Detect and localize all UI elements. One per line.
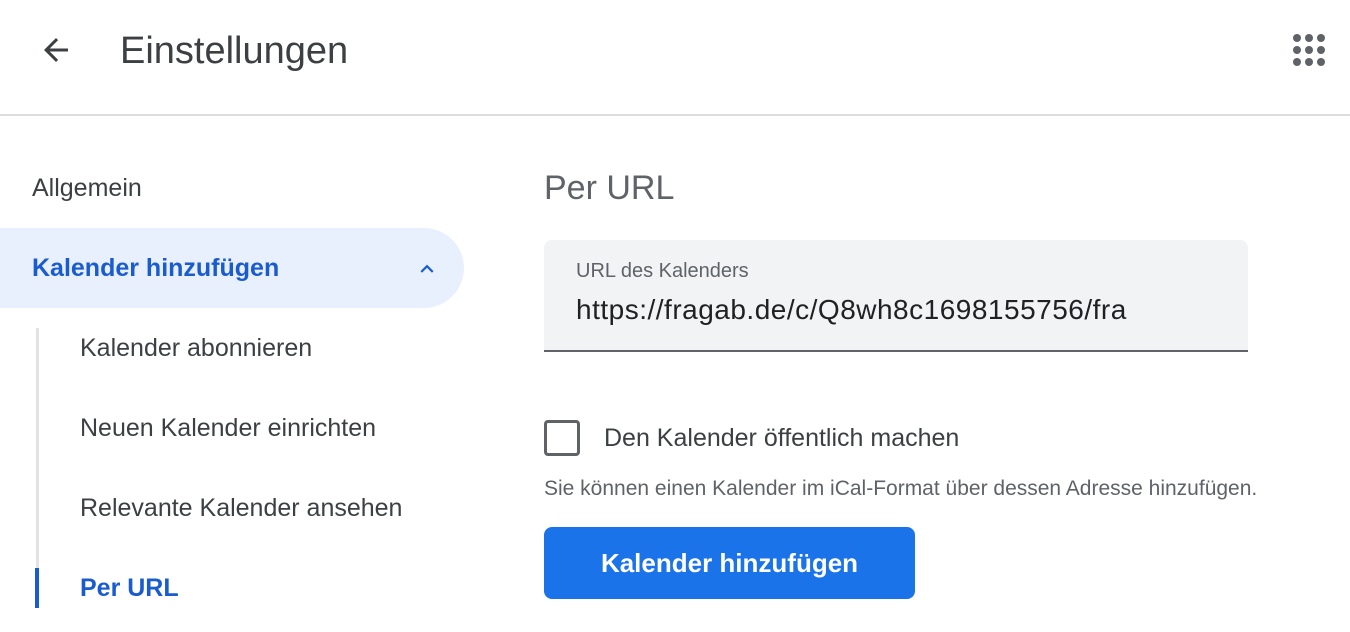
url-field-label: URL des Kalenders xyxy=(576,260,749,282)
add-calendar-button[interactable]: Kalender hinzufügen xyxy=(544,527,915,599)
page-title: Einstellungen xyxy=(120,30,349,72)
submenu-active-indicator xyxy=(35,568,39,608)
apps-grid-icon xyxy=(1293,34,1325,66)
public-calendar-label[interactable]: Den Kalender öffentlich machen xyxy=(604,422,959,454)
ical-hint-text: Sie können einen Kalender im iCal-Format… xyxy=(544,477,1258,500)
section-title: Per URL xyxy=(544,169,675,207)
calendar-url-field[interactable]: URL des Kalenders https://fragab.de/c/Q8… xyxy=(544,240,1248,352)
sidebar-item-allgemein[interactable]: Allgemein xyxy=(0,148,464,228)
sidebar-subitem-kalender-abonnieren[interactable]: Kalender abonnieren xyxy=(80,328,312,368)
sidebar-subitem-relevante-kalender[interactable]: Relevante Kalender ansehen xyxy=(80,488,402,528)
sidebar-item-label: Kalender hinzufügen xyxy=(32,253,280,282)
app-header: Einstellungen xyxy=(0,0,1350,116)
chevron-up-icon[interactable] xyxy=(414,256,440,282)
sidebar-item-kalender-hinzufuegen[interactable]: Kalender hinzufügen xyxy=(0,228,464,308)
public-calendar-checkbox[interactable] xyxy=(544,420,580,456)
apps-button[interactable] xyxy=(1283,24,1335,76)
url-input[interactable]: https://fragab.de/c/Q8wh8c1698155756/fra xyxy=(576,292,1226,328)
sidebar-subitem-neuen-kalender[interactable]: Neuen Kalender einrichten xyxy=(80,408,376,448)
submenu-rail xyxy=(36,328,39,608)
sidebar-subitem-per-url[interactable]: Per URL xyxy=(80,568,179,608)
arrow-back-icon xyxy=(44,38,68,62)
sidebar-item-label: Allgemein xyxy=(32,173,142,202)
back-button[interactable] xyxy=(30,24,82,76)
settings-sidebar: Allgemein Kalender hinzufügen Kalender a… xyxy=(0,116,470,632)
